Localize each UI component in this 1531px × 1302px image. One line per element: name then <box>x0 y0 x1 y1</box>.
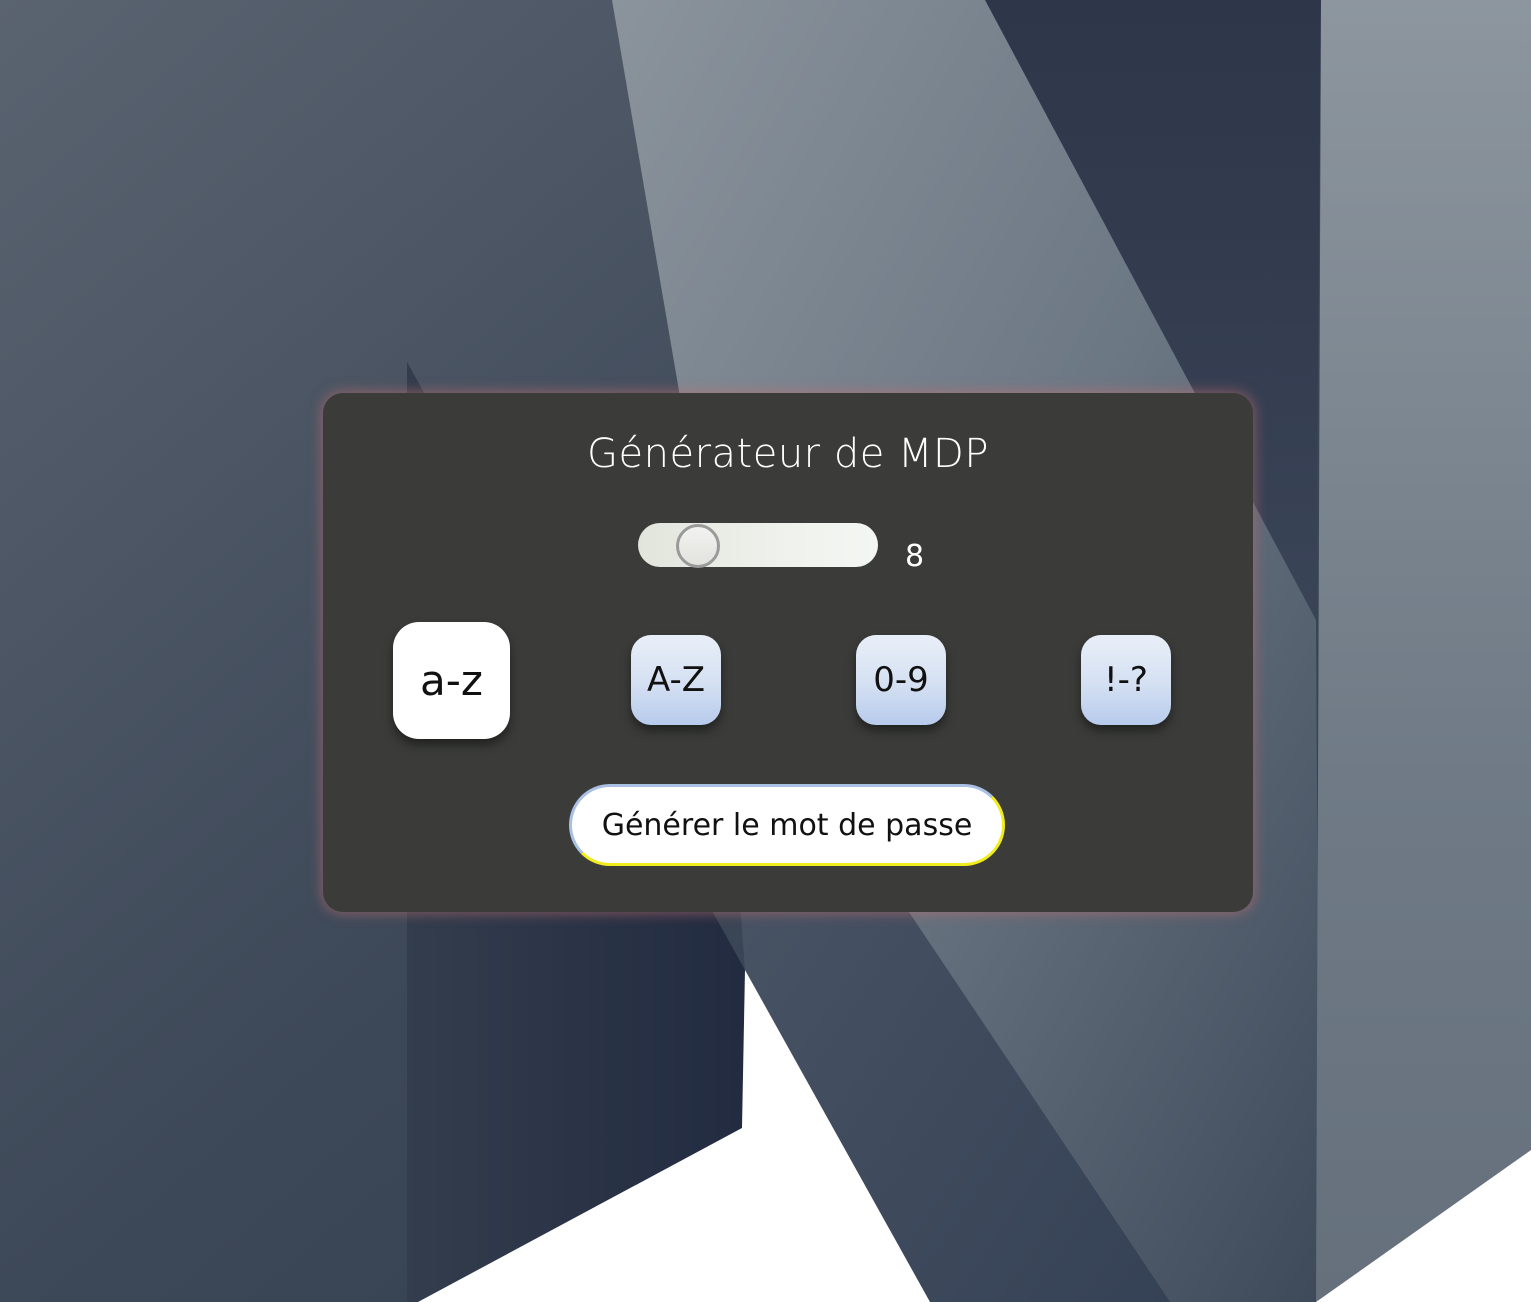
option-lowercase-button[interactable]: a-z <box>393 622 510 739</box>
length-value: 8 <box>905 539 925 574</box>
option-digits-button[interactable]: 0-9 <box>856 635 946 725</box>
generator-card: Générateur de MDP 8 a-z A-Z 0-9 !-? Géné… <box>323 393 1253 912</box>
slider-thumb[interactable] <box>676 524 720 568</box>
option-uppercase-button[interactable]: A-Z <box>631 635 721 725</box>
card-title: Générateur de MDP <box>587 431 989 477</box>
generate-password-button[interactable]: Générer le mot de passe <box>569 784 1005 866</box>
option-symbols-button[interactable]: !-? <box>1081 635 1171 725</box>
length-slider[interactable] <box>638 523 878 568</box>
